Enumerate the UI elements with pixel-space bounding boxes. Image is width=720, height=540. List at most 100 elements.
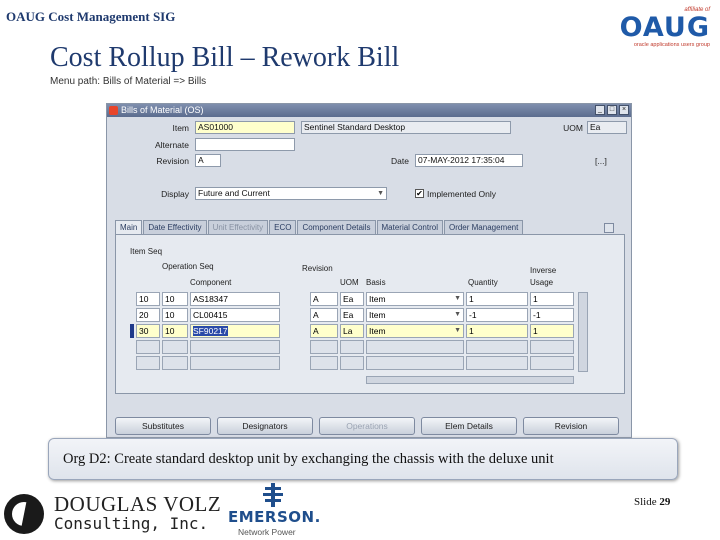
grid-op-seq[interactable]: 10	[162, 292, 188, 306]
grid-empty-cell[interactable]	[466, 356, 528, 370]
grid-component[interactable]: AS18347	[190, 292, 280, 306]
grid-basis[interactable]: Item ▼	[366, 324, 464, 338]
date-lov-button[interactable]: [...]	[595, 156, 621, 166]
grid-inverse-usage[interactable]: 1	[530, 324, 574, 338]
grid-horizontal-scrollbar[interactable]	[366, 376, 574, 384]
grid-quantity[interactable]: 1	[466, 292, 528, 306]
substitutes-button[interactable]: Substitutes	[115, 417, 211, 435]
uom-col-header: UOM	[340, 278, 359, 287]
implemented-only-checkbox[interactable]: ✔	[415, 189, 424, 198]
grid-empty-cell[interactable]	[162, 356, 188, 370]
grid-item-seq[interactable]: 30	[136, 324, 160, 338]
oaug-logo: affiliate of OAUG oracle applications us…	[612, 4, 718, 48]
grid-empty-cell[interactable]	[190, 356, 280, 370]
alternate-label: Alternate	[154, 140, 189, 150]
grid-empty-cell[interactable]	[136, 340, 160, 354]
tab-eco[interactable]: ECO	[269, 220, 297, 235]
grid-item-seq[interactable]: 20	[136, 308, 160, 322]
item-label: Item	[172, 123, 189, 133]
grid-basis[interactable]: Item ▼	[366, 308, 464, 322]
uom-field[interactable]: Ea	[587, 121, 627, 134]
grid-empty-cell[interactable]	[190, 340, 280, 354]
emerson-name: EMERSON.	[228, 508, 321, 526]
grid-quantity[interactable]: -1	[466, 308, 528, 322]
grid-vertical-scrollbar[interactable]	[578, 292, 588, 372]
douglas-volz-logo: DOUGLAS VOLZ Consulting, Inc.	[4, 490, 221, 536]
tab-scroll-button[interactable]	[604, 223, 614, 233]
item-seq-header: Item Seq	[130, 247, 163, 256]
grid-quantity[interactable]: 1	[466, 324, 528, 338]
bills-form-window: Bills of Material (OS) _ □ × Item AS0100…	[106, 103, 632, 438]
grid-uom[interactable]: Ea	[340, 308, 364, 322]
display-label: Display	[161, 189, 189, 199]
grid-empty-cell[interactable]	[340, 340, 364, 354]
grid-component[interactable]: CL00415	[190, 308, 280, 322]
tab-main[interactable]: Main	[115, 220, 143, 235]
grid-basis[interactable]: Item ▼	[366, 292, 464, 306]
chevron-down-icon: ▼	[377, 190, 384, 197]
grid-component-selected[interactable]: SF90217	[190, 324, 280, 338]
chevron-down-icon: ▼	[454, 295, 461, 302]
grid-op-seq[interactable]: 10	[162, 324, 188, 338]
grid-empty-cell[interactable]	[162, 340, 188, 354]
item-description-field[interactable]: Sentinel Standard Desktop	[301, 121, 511, 134]
grid-empty-cell[interactable]	[366, 356, 464, 370]
grid-inverse-usage[interactable]: -1	[530, 308, 574, 322]
maximize-icon[interactable]: □	[607, 105, 617, 115]
emerson-logo: EMERSON. Network Power	[228, 480, 328, 538]
tab-material-control[interactable]: Material Control	[376, 220, 443, 235]
grid-item-seq[interactable]: 10	[136, 292, 160, 306]
window-title: Bills of Material (OS)	[121, 105, 204, 115]
grid-basis-value: Item	[369, 326, 386, 336]
grid-empty-cell[interactable]	[310, 340, 338, 354]
grid-empty-cell[interactable]	[340, 356, 364, 370]
chevron-down-icon: ▼	[454, 311, 461, 318]
chevron-down-icon: ▼	[454, 327, 461, 334]
component-col-header: Component	[190, 278, 232, 287]
inverse-col-header: Inverse	[530, 266, 557, 275]
elem-details-button[interactable]: Elem Details	[421, 417, 517, 435]
grid-revision[interactable]: A	[310, 292, 338, 306]
caption-box: Org D2: Create standard desktop unit by …	[48, 438, 678, 480]
grid-uom[interactable]: Ea	[340, 292, 364, 306]
close-icon[interactable]: ×	[619, 105, 629, 115]
emerson-globe-icon	[263, 483, 283, 507]
grid-empty-cell[interactable]	[136, 356, 160, 370]
grid-empty-cell[interactable]	[530, 340, 574, 354]
slide-number: Slide 29	[634, 496, 670, 508]
tab-unit-effectivity[interactable]: Unit Effectivity	[207, 220, 269, 235]
grid-revision[interactable]: A	[310, 308, 338, 322]
grid-op-seq[interactable]: 10	[162, 308, 188, 322]
tab-component-details[interactable]: Component Details	[297, 220, 376, 235]
alternate-field[interactable]	[195, 138, 295, 151]
sig-title: OAUG Cost Management SIG	[6, 9, 176, 24]
grid-revision[interactable]: A	[310, 324, 338, 338]
grid-uom[interactable]: La	[340, 324, 364, 338]
grid-component-value: SF90217	[193, 326, 228, 336]
slide-title: Cost Rollup Bill – Rework Bill	[50, 42, 400, 73]
display-select[interactable]: Future and Current ▼	[195, 187, 387, 200]
tab-order-management[interactable]: Order Management	[443, 220, 524, 235]
op-seq-header: Operation Seq	[162, 262, 214, 271]
item-field[interactable]: AS01000	[195, 121, 295, 134]
slide-number-value: 29	[659, 496, 671, 508]
revision-label: Revision	[156, 156, 189, 166]
grid-basis-value: Item	[369, 294, 386, 304]
grid-inverse-usage[interactable]: 1	[530, 292, 574, 306]
emerson-subtitle: Network Power	[238, 527, 296, 537]
grid-empty-cell[interactable]	[310, 356, 338, 370]
menu-path: Menu path: Bills of Material => Bills	[50, 76, 207, 87]
grid-empty-cell[interactable]	[466, 340, 528, 354]
window-titlebar: Bills of Material (OS) _ □ ×	[107, 104, 631, 117]
tab-date-effectivity[interactable]: Date Effectivity	[143, 220, 207, 235]
revision-field[interactable]: A	[195, 154, 221, 167]
grid-empty-cell[interactable]	[366, 340, 464, 354]
designators-button[interactable]: Designators	[217, 417, 313, 435]
revision-button[interactable]: Revision	[523, 417, 619, 435]
date-field[interactable]: 07-MAY-2012 17:35:04	[415, 154, 523, 167]
oracle-window-icon	[109, 106, 118, 115]
minimize-icon[interactable]: _	[595, 105, 605, 115]
grid-empty-cell[interactable]	[530, 356, 574, 370]
operations-button[interactable]: Operations	[319, 417, 415, 435]
douglas-volz-subtitle: Consulting, Inc.	[54, 514, 209, 533]
